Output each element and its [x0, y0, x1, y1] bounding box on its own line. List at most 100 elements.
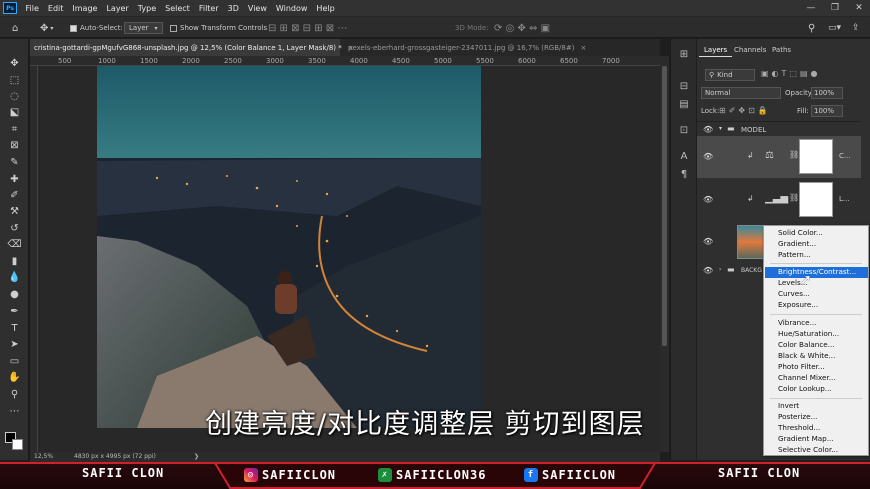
menu-filter[interactable]: Filter: [194, 4, 223, 13]
share-icon[interactable]: ⇪: [852, 21, 860, 35]
close-window-button[interactable]: ✕: [848, 0, 870, 16]
eye-icon[interactable]: 👁: [703, 152, 713, 161]
menu-item-channel-mixer[interactable]: Channel Mixer...: [765, 373, 868, 384]
eye-icon[interactable]: 👁: [703, 125, 713, 134]
menu-3d[interactable]: 3D: [223, 4, 243, 13]
history-brush-icon[interactable]: ↺: [7, 222, 22, 235]
maximize-button[interactable]: ❐: [824, 0, 846, 16]
eraser-tool-icon[interactable]: ⌫: [7, 238, 22, 251]
clone-stamp-icon[interactable]: ⚒: [7, 205, 22, 218]
opacity-input[interactable]: 100%: [811, 87, 843, 99]
layer-mask-thumbnail[interactable]: [799, 182, 833, 217]
eyedropper-tool-icon[interactable]: ✎: [7, 156, 22, 169]
menu-item-pattern[interactable]: Pattern...: [765, 250, 868, 261]
show-transform-checkbox[interactable]: Show Transform Controls: [170, 21, 267, 35]
menu-item-levels[interactable]: Levels...: [765, 278, 868, 289]
quick-select-tool-icon[interactable]: ⬕: [7, 106, 22, 119]
scroll-thumb[interactable]: [662, 66, 667, 346]
path-select-icon[interactable]: ➤: [7, 338, 22, 351]
menu-item-color-lookup[interactable]: Color Lookup...: [765, 384, 868, 395]
workspace-icon[interactable]: ▭▾: [828, 21, 841, 35]
menu-file[interactable]: File: [21, 4, 43, 13]
chevron-down-icon[interactable]: ▾: [719, 125, 722, 132]
menu-edit[interactable]: Edit: [43, 4, 68, 13]
adjustments-icon[interactable]: ▤: [677, 99, 691, 111]
menu-item-invert[interactable]: Invert: [765, 401, 868, 412]
menu-item-vibrance[interactable]: Vibrance...: [765, 318, 868, 329]
menu-type[interactable]: Type: [133, 4, 160, 13]
minimize-button[interactable]: —: [800, 0, 822, 16]
menu-item-selective-color[interactable]: Selective Color...: [765, 445, 868, 456]
menu-item-threshold[interactable]: Threshold...: [765, 423, 868, 434]
menu-item-exposure[interactable]: Exposure...: [765, 300, 868, 311]
type-tool-icon[interactable]: T: [7, 322, 22, 335]
auto-select-checkbox[interactable]: Auto-Select:: [70, 21, 123, 35]
menu-help[interactable]: Help: [312, 4, 339, 13]
menu-item-black-white[interactable]: Black & White...: [765, 351, 868, 362]
fill-input[interactable]: 100%: [811, 105, 843, 117]
filter-type-icons[interactable]: ▣◐T⬚▤●: [761, 69, 821, 78]
zoom-level[interactable]: 12,5%: [34, 453, 53, 460]
menu-item-gradient-map[interactable]: Gradient Map...: [765, 434, 868, 445]
marquee-tool-icon[interactable]: ⬚: [7, 74, 22, 87]
frame-tool-icon[interactable]: ⊠: [7, 139, 22, 152]
lasso-tool-icon[interactable]: ◌: [7, 90, 22, 103]
tab-layers[interactable]: Layers: [699, 43, 733, 57]
close-tab-icon[interactable]: ×: [580, 44, 586, 52]
chevron-right-icon[interactable]: ›: [719, 266, 721, 273]
layer-group-model[interactable]: 👁 ▾ ▬ MODEL: [697, 121, 861, 135]
menu-item-brightness-contrast[interactable]: Brightness/Contrast...: [765, 267, 868, 278]
3d-mode-icons[interactable]: ⟳ ◎ ✥ ⇔ ▣: [494, 21, 550, 35]
status-arrow-icon[interactable]: ❯: [194, 453, 199, 460]
tab-channels[interactable]: Channels: [729, 43, 771, 57]
menu-item-posterize[interactable]: Posterize...: [765, 412, 868, 423]
menu-item-color-balance[interactable]: Color Balance...: [765, 340, 868, 351]
align-icons[interactable]: ⊟ ⊞ ⊠ ⊟ ⊞ ⊠ ⋯: [268, 21, 347, 35]
lock-icons[interactable]: ⊞✐✥⊡🔒: [719, 106, 771, 115]
tab-paths[interactable]: Paths: [767, 43, 796, 57]
menu-item-hue-saturation[interactable]: Hue/Saturation...: [765, 329, 868, 340]
dodge-tool-icon[interactable]: ●: [7, 288, 22, 301]
layer-color-balance[interactable]: 👁 ↲ ⚖ ⛓ C...: [697, 136, 861, 178]
healing-brush-icon[interactable]: ✚: [7, 173, 22, 186]
properties-icon[interactable]: ⊟: [677, 81, 691, 93]
eye-icon[interactable]: 👁: [703, 237, 713, 246]
menu-window[interactable]: Window: [271, 4, 312, 13]
move-tool-icon[interactable]: ✥: [7, 57, 22, 70]
document-image[interactable]: [97, 66, 481, 428]
menu-item-solid-color[interactable]: Solid Color...: [765, 228, 868, 239]
blend-mode-dropdown[interactable]: Normal: [701, 87, 781, 99]
tab-cristina-document[interactable]: cristina-gottardi-gpMgufvG868-unsplash.j…: [30, 39, 354, 56]
menu-image[interactable]: Image: [68, 4, 102, 13]
layer-levels[interactable]: 👁 ↲ ▁▃▅ ⛓ L...: [697, 179, 861, 221]
layer-filter-dropdown[interactable]: ⚲ Kind: [705, 69, 755, 81]
blur-tool-icon[interactable]: 💧: [7, 271, 22, 284]
vertical-scrollbar[interactable]: [660, 56, 669, 452]
hand-tool-icon[interactable]: ✋: [7, 371, 22, 384]
menu-item-curves[interactable]: Curves...: [765, 289, 868, 300]
pen-tool-icon[interactable]: ✒: [7, 305, 22, 318]
crop-tool-icon[interactable]: ⌗: [7, 123, 22, 136]
gradient-tool-icon[interactable]: ▮: [7, 255, 22, 268]
menu-item-photo-filter[interactable]: Photo Filter...: [765, 362, 868, 373]
shape-tool-icon[interactable]: ▭: [7, 355, 22, 368]
history-icon[interactable]: ⊞: [677, 49, 691, 61]
brush-tool-icon[interactable]: ✐: [7, 189, 22, 202]
layer-mask-thumbnail[interactable]: [799, 139, 833, 174]
move-tool-preset-icon[interactable]: ✥ ▾: [40, 21, 53, 35]
eye-icon[interactable]: 👁: [703, 266, 713, 275]
menu-item-gradient[interactable]: Gradient...: [765, 239, 868, 250]
zoom-tool-icon[interactable]: ⚲: [7, 388, 22, 401]
background-color-swatch[interactable]: [12, 439, 23, 450]
search-icon[interactable]: ⚲: [808, 21, 815, 35]
more-tools-icon[interactable]: ⋯: [7, 405, 22, 418]
tab-pexels-document[interactable]: pexels-eberhard-grossgasteiger-2347011.j…: [344, 39, 594, 56]
libraries-icon[interactable]: ⊡: [677, 125, 691, 137]
menu-layer[interactable]: Layer: [102, 4, 133, 13]
paragraph-icon[interactable]: ¶: [677, 169, 691, 181]
auto-select-dropdown[interactable]: Layer ▾: [124, 21, 163, 35]
home-icon[interactable]: ⌂: [12, 21, 18, 35]
character-icon[interactable]: A: [677, 151, 691, 163]
menu-view[interactable]: View: [243, 4, 271, 13]
menu-select[interactable]: Select: [161, 4, 195, 13]
